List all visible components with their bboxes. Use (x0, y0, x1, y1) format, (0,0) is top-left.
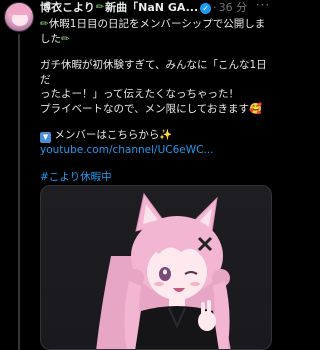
tweet-line: 休暇1日目の日記をメンバーシップで公開しま (48, 18, 266, 30)
tweet-line: ガチ休暇が初休験すぎて、みんなに「こんな1日だ (40, 59, 267, 86)
tweet-header: 博衣こより ✏ 新曲「NaN GA... ✓ · 36 分 (40, 0, 272, 16)
tweet[interactable]: 博衣こより ✏ 新曲「NaN GA... ✓ · 36 分 ··· ✏休暇1日目… (0, 0, 275, 350)
more-options-icon[interactable]: ··· (254, 0, 272, 14)
sparkle-emoji-icon: ✨ (159, 129, 173, 141)
tweet-line: ったよー！」って伝えたくなっちゃった！ (40, 88, 239, 100)
author-display-name[interactable]: 博衣こより (40, 0, 95, 16)
hashtag-link[interactable]: #こより休暇中 (40, 170, 272, 185)
tweet-line: した (40, 32, 61, 45)
pencil-emoji-icon: ✏ (61, 32, 70, 45)
pencil-icon: ✏ (95, 2, 105, 13)
youtube-link[interactable]: youtube.com/channel/UC6eWC... (40, 143, 272, 158)
verified-badge-icon: ✓ (200, 2, 212, 14)
tweet-text-paragraph-1: ✏休暇1日目の日記をメンバーシップで公開しま した✏ (40, 17, 272, 46)
smiling-face-emoji-icon: 🥰 (248, 102, 263, 115)
header-separator: · (213, 1, 217, 14)
pencil-emoji-icon: ✏ (40, 18, 49, 30)
tweet-line: プライベートなので、メン限にしておきます (40, 102, 249, 115)
tweet-content: 博衣こより ✏ 新曲「NaN GA... ✓ · 36 分 ··· ✏休暇1日目… (40, 0, 272, 184)
tweet-media-image[interactable] (40, 185, 272, 350)
vtuber-illustration-icon (96, 192, 231, 349)
tweet-text-paragraph-2: ガチ休暇が初休験すぎて、みんなに「こんな1日だ ったよー！」って伝えたくなっちゃ… (40, 58, 272, 116)
down-arrow-emoji-icon: ▼ (40, 132, 51, 143)
avatar[interactable] (4, 2, 34, 32)
tweet-line: メンバーはこちらから (54, 129, 160, 141)
thread-line (18, 34, 20, 350)
tweet-text-paragraph-3: ▼ メンバーはこちらから✨ youtube.com/channel/UC6eWC… (40, 128, 272, 158)
tweet-timestamp[interactable]: 36 分 (219, 0, 248, 16)
author-name-suffix[interactable]: 新曲「NaN GA... (105, 0, 198, 16)
